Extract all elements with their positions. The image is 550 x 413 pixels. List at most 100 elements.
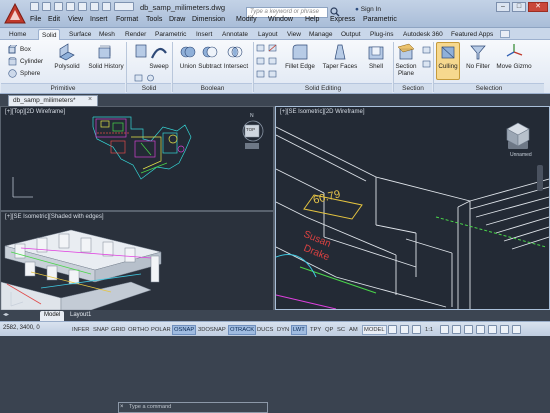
- tab-surface[interactable]: Surface: [66, 29, 94, 40]
- intersect-button[interactable]: Intersect: [220, 63, 252, 70]
- layout-tab-bar: ◂▸ Model Layout1: [0, 310, 550, 321]
- tab-home[interactable]: Home: [6, 29, 29, 40]
- tab-render[interactable]: Render: [122, 29, 149, 40]
- toggle-osnap[interactable]: OSNAP: [172, 325, 197, 335]
- workspace-gear-icon[interactable]: [452, 325, 461, 334]
- taper-faces-button[interactable]: Taper Faces: [320, 63, 360, 70]
- menu-file[interactable]: File: [30, 16, 41, 23]
- toggle-dyn[interactable]: DYN: [275, 325, 291, 335]
- menu-draw[interactable]: Draw: [169, 16, 185, 23]
- menu-edit[interactable]: Edit: [48, 16, 60, 23]
- sweep-button[interactable]: Sweep: [146, 63, 172, 70]
- sign-in-button[interactable]: ● Sign In: [355, 6, 381, 13]
- workspace-dropdown[interactable]: [114, 2, 134, 11]
- tab-solid[interactable]: Solid: [38, 29, 61, 40]
- named-view-dropdown[interactable]: Unnamed: [510, 152, 532, 158]
- lock-icon[interactable]: [464, 325, 473, 334]
- menu-help[interactable]: Help: [305, 16, 319, 23]
- menu-view[interactable]: View: [68, 16, 83, 23]
- no-filter-dropdown[interactable]: No Filter: [462, 63, 494, 70]
- open-icon[interactable]: [42, 2, 51, 11]
- move-gizmo-dropdown[interactable]: Move Gizmo: [496, 63, 532, 70]
- tab-model[interactable]: Model: [40, 311, 65, 321]
- clean-screen-icon[interactable]: [512, 325, 521, 334]
- hardware-acceleration-icon[interactable]: [476, 325, 485, 334]
- new-icon[interactable]: [30, 2, 39, 11]
- cylinder-button[interactable]: Cylinder: [20, 58, 43, 65]
- toggle-lwt[interactable]: LWT: [291, 325, 307, 335]
- tab-annotate[interactable]: Annotate: [219, 29, 251, 40]
- sphere-button[interactable]: Sphere: [20, 70, 40, 77]
- model-space-button[interactable]: MODEL: [362, 325, 387, 335]
- maximize-button[interactable]: □: [512, 2, 526, 12]
- toggle-polar[interactable]: POLAR: [149, 325, 173, 335]
- menu-dimension[interactable]: Dimension: [192, 16, 225, 23]
- toggle-sc[interactable]: SC: [335, 325, 347, 335]
- toggle-otrack[interactable]: OTRACK: [228, 325, 257, 335]
- box-button[interactable]: Box: [20, 46, 31, 53]
- section-plane-button[interactable]: Section Plane: [393, 63, 419, 77]
- minimize-button[interactable]: –: [496, 2, 510, 12]
- tab-autodesk-360[interactable]: Autodesk 360: [400, 29, 446, 40]
- save-as-icon[interactable]: [66, 2, 75, 11]
- tab-mesh[interactable]: Mesh: [96, 29, 118, 40]
- viewport-se-isometric-wireframe[interactable]: [+][SE Isometric][2D Wireframe] 60.79 Su…: [275, 106, 550, 310]
- save-icon[interactable]: [54, 2, 63, 11]
- ribbon-minimize-icon[interactable]: [500, 30, 510, 38]
- viewport-se-isometric-shaded[interactable]: [+][SE Isometric][Shaded with edges]: [1, 212, 273, 310]
- menu-format[interactable]: Format: [116, 16, 138, 23]
- solid-history-button[interactable]: Solid History: [86, 63, 126, 70]
- menu-express[interactable]: Express: [330, 16, 355, 23]
- toggle-am[interactable]: AM: [347, 325, 360, 335]
- tab-featured-apps[interactable]: Featured Apps: [448, 29, 496, 40]
- polysolid-button[interactable]: Polysolid: [52, 63, 82, 70]
- toggle-3dosnap[interactable]: 3DOSNAP: [196, 325, 228, 335]
- tab-layout1[interactable]: Layout1: [66, 311, 95, 321]
- annotation-scale-value[interactable]: 1:1: [423, 325, 435, 335]
- viewcube[interactable]: [505, 121, 531, 147]
- tab-parametric[interactable]: Parametric: [152, 29, 189, 40]
- annotation-scale-icon[interactable]: [412, 325, 421, 334]
- toggle-ducs[interactable]: DUCS: [255, 325, 275, 335]
- tab-output[interactable]: Output: [338, 29, 364, 40]
- tab-layout[interactable]: Layout: [255, 29, 281, 40]
- menu-modify[interactable]: Modify: [236, 16, 257, 23]
- tab-nav-arrows-icon[interactable]: ◂▸: [3, 311, 9, 318]
- tab-manage[interactable]: Manage: [306, 29, 336, 40]
- toggle-snap[interactable]: SNAP: [91, 325, 111, 335]
- status-bar: 2582, 3400, 0 INFER SNAP GRID ORTHO POLA…: [0, 321, 550, 336]
- coordinates-display[interactable]: 2582, 3400, 0: [3, 325, 40, 331]
- plot-icon[interactable]: [78, 2, 87, 11]
- navigation-bar[interactable]: [537, 165, 543, 191]
- file-tab[interactable]: db_samp_milimeters*: [8, 95, 98, 106]
- toggle-qp[interactable]: QP: [323, 325, 335, 335]
- status-menu-icon[interactable]: [500, 325, 509, 334]
- drawing-area[interactable]: [+][Top][2D Wireframe] N TOP [+][SE Isom…: [0, 106, 550, 413]
- menu-insert[interactable]: Insert: [90, 16, 108, 23]
- isolate-objects-icon[interactable]: [488, 325, 497, 334]
- annotation-visibility-icon[interactable]: [440, 325, 449, 334]
- compass-north-label: N: [250, 113, 254, 119]
- quick-view-drawings-icon[interactable]: [400, 325, 409, 334]
- undo-icon[interactable]: [90, 2, 99, 11]
- command-input[interactable]: Type a command: [118, 402, 268, 413]
- menu-parametric[interactable]: Parametric: [363, 16, 397, 23]
- tab-view[interactable]: View: [284, 29, 304, 40]
- fillet-edge-button[interactable]: Fillet Edge: [280, 63, 320, 70]
- tab-plug-ins[interactable]: Plug-ins: [367, 29, 396, 40]
- redo-icon[interactable]: [102, 2, 111, 11]
- toggle-infer[interactable]: INFER: [70, 325, 91, 335]
- menu-window[interactable]: Window: [268, 16, 293, 23]
- autocad-logo-icon[interactable]: [4, 2, 26, 25]
- command-close-icon[interactable]: ×: [120, 404, 124, 410]
- toggle-grid[interactable]: GRID: [109, 325, 128, 335]
- menu-tools[interactable]: Tools: [146, 16, 162, 23]
- close-button[interactable]: ✕: [528, 2, 548, 12]
- close-tab-icon[interactable]: ×: [88, 96, 92, 103]
- tab-insert[interactable]: Insert: [193, 29, 215, 40]
- toggle-ortho[interactable]: ORTHO: [126, 325, 151, 335]
- shell-button[interactable]: Shell: [364, 63, 388, 70]
- toggle-tpy[interactable]: TPY: [308, 325, 323, 335]
- viewport-top[interactable]: [+][Top][2D Wireframe] N TOP: [1, 107, 273, 210]
- quick-view-layouts-icon[interactable]: [388, 325, 397, 334]
